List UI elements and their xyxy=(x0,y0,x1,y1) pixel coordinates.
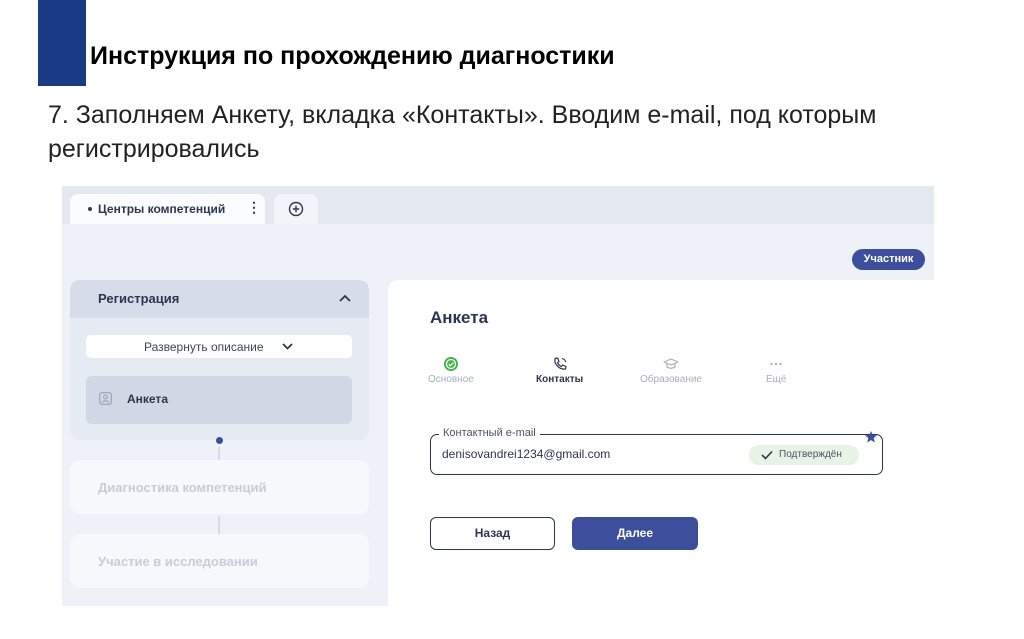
email-field[interactable]: Контактный e-mail denisovandrei1234@gmai… xyxy=(430,427,883,475)
back-button[interactable]: Назад xyxy=(430,517,555,550)
timeline-dot xyxy=(216,437,223,444)
slide-instruction-text: 7. Заполняем Анкету, вкладка «Контакты».… xyxy=(48,101,877,163)
tab-contacts[interactable]: Контакты xyxy=(536,356,583,385)
sidebar-item-anketa[interactable]: Анкета xyxy=(86,376,352,424)
tab-label: Основное xyxy=(428,374,474,385)
step-label: Участие в исследовании xyxy=(98,554,258,569)
registration-panel: Регистрация Развернуть описание Анкета xyxy=(70,280,369,440)
chevron-down-icon xyxy=(282,343,293,350)
profile-card-icon xyxy=(99,392,112,405)
star-icon[interactable] xyxy=(864,430,878,444)
questionnaire-card: Анкета Основное Контакты Образование Ещё… xyxy=(388,280,934,606)
email-field-label: Контактный e-mail xyxy=(439,427,540,439)
check-icon xyxy=(761,450,773,460)
timeline-connector xyxy=(218,516,220,534)
check-circle-icon xyxy=(443,357,458,371)
questionnaire-heading: Анкета xyxy=(430,308,489,327)
graduation-cap-icon xyxy=(663,358,679,369)
slide-accent-bar xyxy=(38,0,115,86)
browser-tab-bar: Центры компетенций ⋮ xyxy=(62,186,934,224)
expand-description-label: Развернуть описание xyxy=(144,340,264,354)
browser-tab[interactable]: Центры компетенций ⋮ xyxy=(70,194,265,224)
tab-label: Центры компетенций xyxy=(98,202,226,216)
status-label: Подтверждён xyxy=(779,449,842,460)
email-value[interactable]: denisovandrei1234@gmail.com xyxy=(442,447,610,461)
registration-title: Регистрация xyxy=(98,291,180,306)
status-badge: Подтверждён xyxy=(749,445,859,465)
plus-circle-icon xyxy=(288,201,304,217)
step-label: Диагностика компетенций xyxy=(98,480,267,495)
tab-more[interactable]: Ещё xyxy=(766,356,786,385)
add-tab-button[interactable] xyxy=(274,194,318,224)
sidebar-item-label: Анкета xyxy=(127,392,168,406)
step-research[interactable]: Участие в исследовании xyxy=(70,534,369,588)
role-badge: Участник xyxy=(852,249,925,270)
timeline-connector xyxy=(218,447,220,460)
phone-icon xyxy=(553,357,567,370)
tab-label: Контакты xyxy=(536,374,584,385)
tab-dot-icon xyxy=(88,207,92,211)
tab-label: Образование xyxy=(640,374,702,385)
more-vertical-icon[interactable]: ⋮ xyxy=(247,199,261,216)
step-diagnostics[interactable]: Диагностика компетенций xyxy=(70,460,369,514)
chevron-up-icon xyxy=(339,294,351,302)
more-horizontal-icon xyxy=(770,362,782,366)
tab-basic[interactable]: Основное xyxy=(428,356,474,385)
tab-label: Ещё xyxy=(766,374,787,385)
registration-header[interactable]: Регистрация xyxy=(70,280,369,318)
slide-title: Инструкция по прохождению диагностики xyxy=(90,42,615,70)
expand-description-button[interactable]: Развернуть описание xyxy=(86,335,352,358)
tab-education[interactable]: Образование xyxy=(640,356,702,385)
app-screenshot: Центры компетенций ⋮ Участник Регистраци… xyxy=(62,186,934,606)
next-button[interactable]: Далее xyxy=(572,517,698,550)
